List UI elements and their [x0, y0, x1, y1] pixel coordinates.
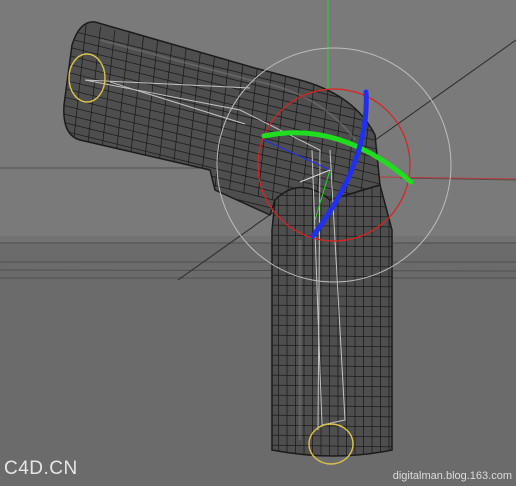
- 3d-viewport[interactable]: C4D.CN digitalman.blog.163.com: [0, 0, 516, 486]
- scene-canvas[interactable]: [0, 0, 516, 486]
- floor-band: [0, 236, 516, 242]
- ground-plane: [0, 240, 516, 486]
